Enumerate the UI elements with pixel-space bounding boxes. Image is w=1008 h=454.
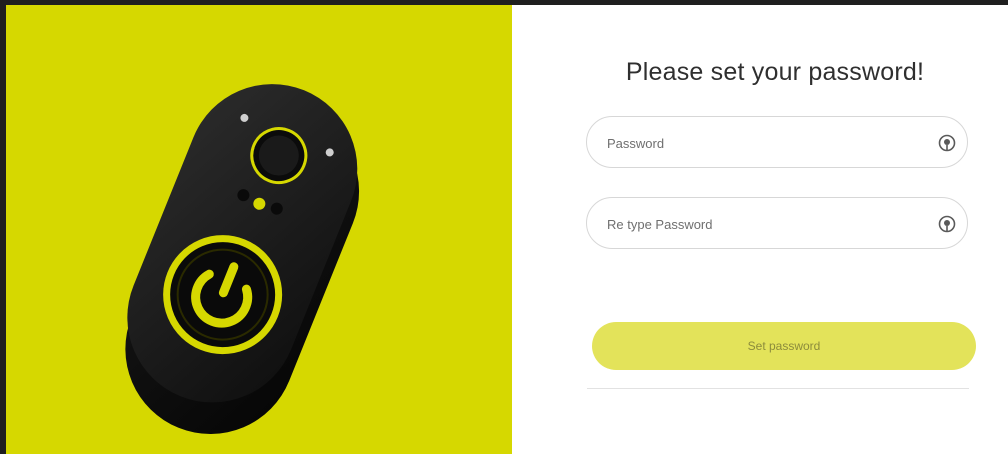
eye-icon[interactable] bbox=[937, 133, 957, 153]
app-frame: Please set your password! Set password bbox=[6, 5, 1008, 454]
page-title: Please set your password! bbox=[625, 58, 925, 86]
eye-icon[interactable] bbox=[937, 214, 957, 234]
password-form-panel: Please set your password! Set password bbox=[512, 5, 1008, 454]
password-input[interactable] bbox=[605, 117, 929, 169]
retype-password-input[interactable] bbox=[605, 198, 929, 250]
divider bbox=[587, 388, 969, 389]
hero-panel bbox=[6, 5, 512, 454]
device-illustration bbox=[125, 84, 360, 434]
password-field[interactable] bbox=[586, 116, 968, 169]
set-password-button[interactable]: Set password bbox=[592, 322, 976, 370]
retype-password-field[interactable] bbox=[586, 197, 968, 250]
